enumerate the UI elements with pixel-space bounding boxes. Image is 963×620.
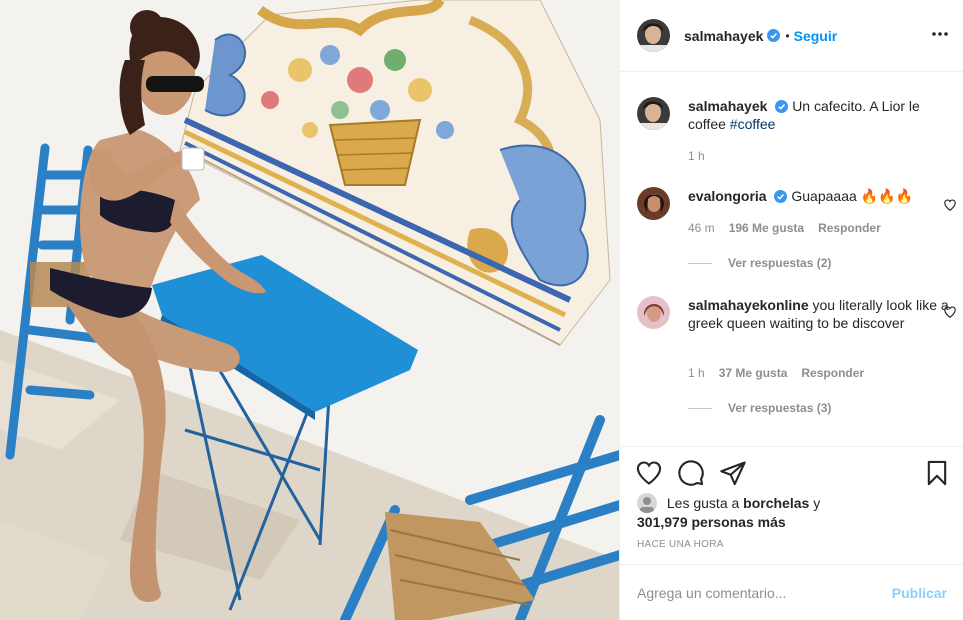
post-side-panel: salmahayek • Seguir salmahayek Un cafeci… — [619, 0, 963, 620]
caption-meta: 1 h — [688, 149, 705, 163]
replies-divider — [688, 407, 712, 409]
comment-username[interactable]: salmahayekonline — [688, 297, 809, 313]
caption-username[interactable]: salmahayek — [688, 98, 767, 114]
commenter-avatar[interactable] — [637, 187, 670, 220]
likes-conjunction: y — [813, 495, 821, 511]
likes-prefix: Les gusta a — [666, 495, 740, 511]
reply-button[interactable]: Responder — [801, 366, 864, 380]
comment-text-block: evalongoria Guapaaaa 🔥🔥🔥 — [688, 187, 950, 205]
comment-icon[interactable] — [677, 459, 705, 487]
heart-icon[interactable] — [635, 459, 663, 487]
comment-meta: 46 m 196 Me gusta Responder — [688, 221, 881, 235]
view-replies-button[interactable]: Ver respuestas (2) — [688, 256, 831, 270]
author-username[interactable]: salmahayek — [684, 28, 763, 44]
post-photo[interactable] — [0, 0, 619, 620]
view-replies-label: Ver respuestas (3) — [728, 401, 832, 415]
caption-hashtag[interactable]: #coffee — [730, 116, 776, 132]
post-header: salmahayek • Seguir — [620, 0, 963, 72]
comment-meta: 1 h 37 Me gusta Responder — [688, 366, 864, 380]
comment-like-icon[interactable] — [943, 198, 957, 212]
view-replies-button[interactable]: Ver respuestas (3) — [688, 401, 831, 415]
author-avatar[interactable] — [637, 19, 670, 52]
comment-time[interactable]: 1 h — [688, 366, 705, 380]
liker-username[interactable]: borchelas — [743, 495, 809, 511]
separator-dot: • — [785, 28, 790, 43]
replies-divider — [688, 262, 712, 264]
bookmark-icon[interactable] — [923, 459, 951, 487]
likes-others[interactable]: 301,979 personas más — [637, 514, 786, 530]
comment-text-block: salmahayekonline you literally look like… — [688, 296, 950, 332]
post-photo-illustration — [0, 0, 619, 620]
comment-like-icon[interactable] — [943, 305, 957, 319]
verified-icon — [775, 100, 789, 113]
view-replies-label: Ver respuestas (2) — [728, 256, 832, 270]
verified-icon — [774, 190, 788, 203]
more-options-icon[interactable] — [930, 24, 950, 44]
liker-avatar[interactable] — [637, 493, 657, 513]
add-comment-bar: Publicar — [620, 564, 963, 620]
likes-summary: Les gusta a borchelas y 301,979 personas… — [637, 493, 957, 532]
comment-likes[interactable]: 196 Me gusta — [729, 221, 804, 235]
verified-icon — [767, 29, 781, 42]
comment-input[interactable] — [637, 584, 892, 601]
caption-author-avatar[interactable] — [637, 97, 670, 130]
caption-time[interactable]: 1 h — [688, 149, 705, 163]
comment-username[interactable]: evalongoria — [688, 188, 767, 204]
caption-text-block: salmahayek Un cafecito. A Lior le coffee… — [688, 97, 950, 133]
follow-button[interactable]: Seguir — [794, 28, 838, 44]
commenter-avatar[interactable] — [637, 296, 670, 329]
post-timestamp[interactable]: HACE UNA HORA — [637, 539, 724, 550]
comment-text: Guapaaaa 🔥🔥🔥 — [791, 188, 913, 204]
share-icon[interactable] — [719, 459, 747, 487]
comment-likes[interactable]: 37 Me gusta — [719, 366, 788, 380]
comments-list: salmahayek Un cafecito. A Lior le coffee… — [620, 73, 963, 445]
comment-time[interactable]: 46 m — [688, 221, 715, 235]
publish-button[interactable]: Publicar — [892, 585, 947, 601]
reply-button[interactable]: Responder — [818, 221, 881, 235]
